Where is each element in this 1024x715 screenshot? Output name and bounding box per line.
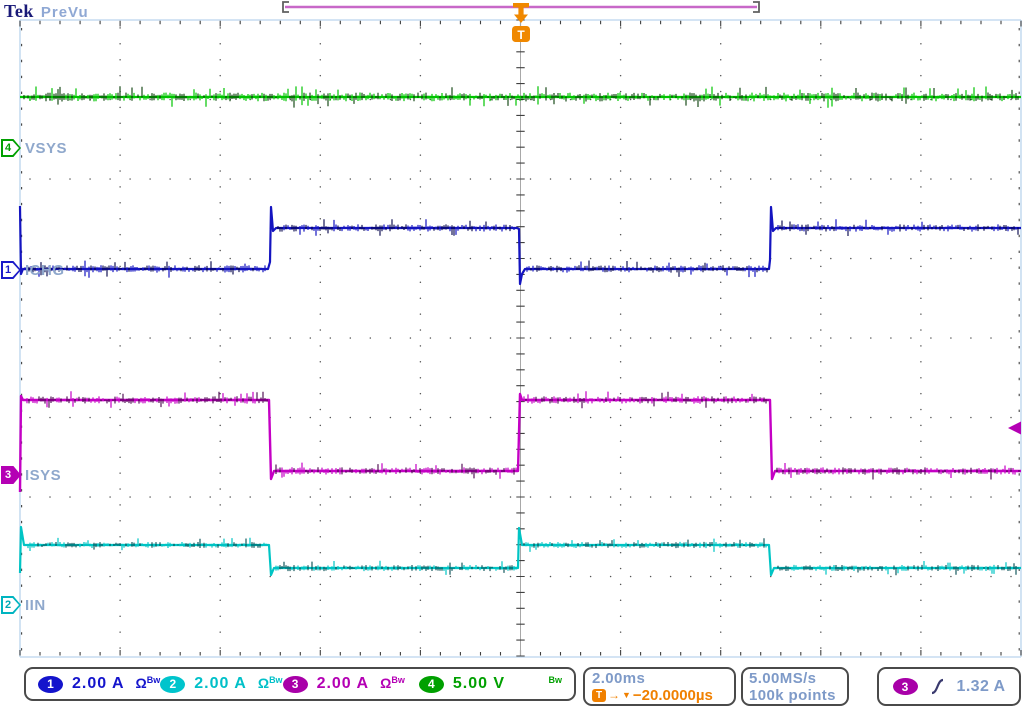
isys-trace-speckle [29,392,1019,480]
ch1-readout: 1 2.00 A ΩBw [38,675,160,693]
sample-rate: 5.00MS/s [749,670,816,687]
ch3-coupling: Ω [380,675,391,691]
timebase-readout: 2.00ms T → ▼ −20.0000µs [583,667,736,706]
ch1-coupling: Ω [136,675,147,691]
trigger-level-arrow-icon [1008,422,1021,435]
header: Tek PreVu [4,1,89,22]
ch4-badge: 4 [419,676,444,693]
channel-3-reference-arrow-icon: 3 [1,466,21,484]
channel-1-label: ICHG [25,262,65,279]
ch3-badge: 3 [283,676,308,693]
trigger-t-badge-label: T [517,28,525,42]
channel-4-label: VSYS [25,140,67,157]
channel-4-marker: 4 VSYS [1,139,67,157]
ch1-scale: 2.00 A [72,675,125,693]
arrow-right-icon: → [608,689,620,702]
trigger-level: 1.32 A [957,678,1006,695]
ch3-bandwidth-flag: Bw [391,675,405,685]
channel-2-reference-arrow-icon: 2 [1,596,21,614]
trigger-t-icon: T [592,689,606,702]
ch2-bandwidth-flag: Bw [269,675,283,685]
record-length: 100k points [749,687,836,704]
trigger-readout: 3 1.32 A [877,667,1021,706]
ch3-readout: 3 2.00 A ΩBw [283,675,405,693]
channel-3-marker: 3 ISYS [1,466,61,484]
ch2-readout: 2 2.00 A ΩBw [160,675,282,693]
trigger-source-badge: 3 [893,678,918,695]
ch1-badge: 1 [38,676,63,693]
channel-settings-readout: 1 2.00 A ΩBw 2 2.00 A ΩBw 3 2.00 A ΩBw 4… [24,667,576,701]
tek-logo: Tek [4,1,34,22]
acquisition-mode-label: PreVu [41,4,89,21]
channel-4-reference-arrow-icon: 4 [1,139,21,157]
channel-1-marker: 1 ICHG [1,261,65,279]
channel-2-marker: 2 IIN [1,596,46,614]
ch2-coupling: Ω [258,675,269,691]
channel-1-reference-arrow-icon: 1 [1,261,21,279]
ch4-scale: 5.00 V [453,675,505,693]
waveform-display: T [0,0,1024,664]
ch4-bandwidth-flag: Bw [549,675,563,685]
trigger-position-readout: T → ▼ −20.0000µs [592,687,713,704]
ch3-scale: 2.00 A [317,675,370,693]
ch1-bandwidth-flag: Bw [147,675,161,685]
trigger-position-value: −20.0000µs [633,687,713,704]
channel-2-label: IIN [25,597,46,614]
acquisition-readout: 5.00MS/s 100k points [741,667,849,706]
marker-down-icon: ▼ [622,689,631,702]
ch2-badge: 2 [160,676,185,693]
rising-edge-icon [930,678,945,695]
ch2-scale: 2.00 A [194,675,247,693]
channel-3-label: ISYS [25,467,61,484]
oscilloscope-screen: T Tek PreVu 4 VSYS 1 ICHG 3 ISYS 2 IIN [0,0,1024,715]
ch4-readout: 4 5.00 V Bw [419,675,562,693]
timebase-scale: 2.00ms [592,670,645,687]
